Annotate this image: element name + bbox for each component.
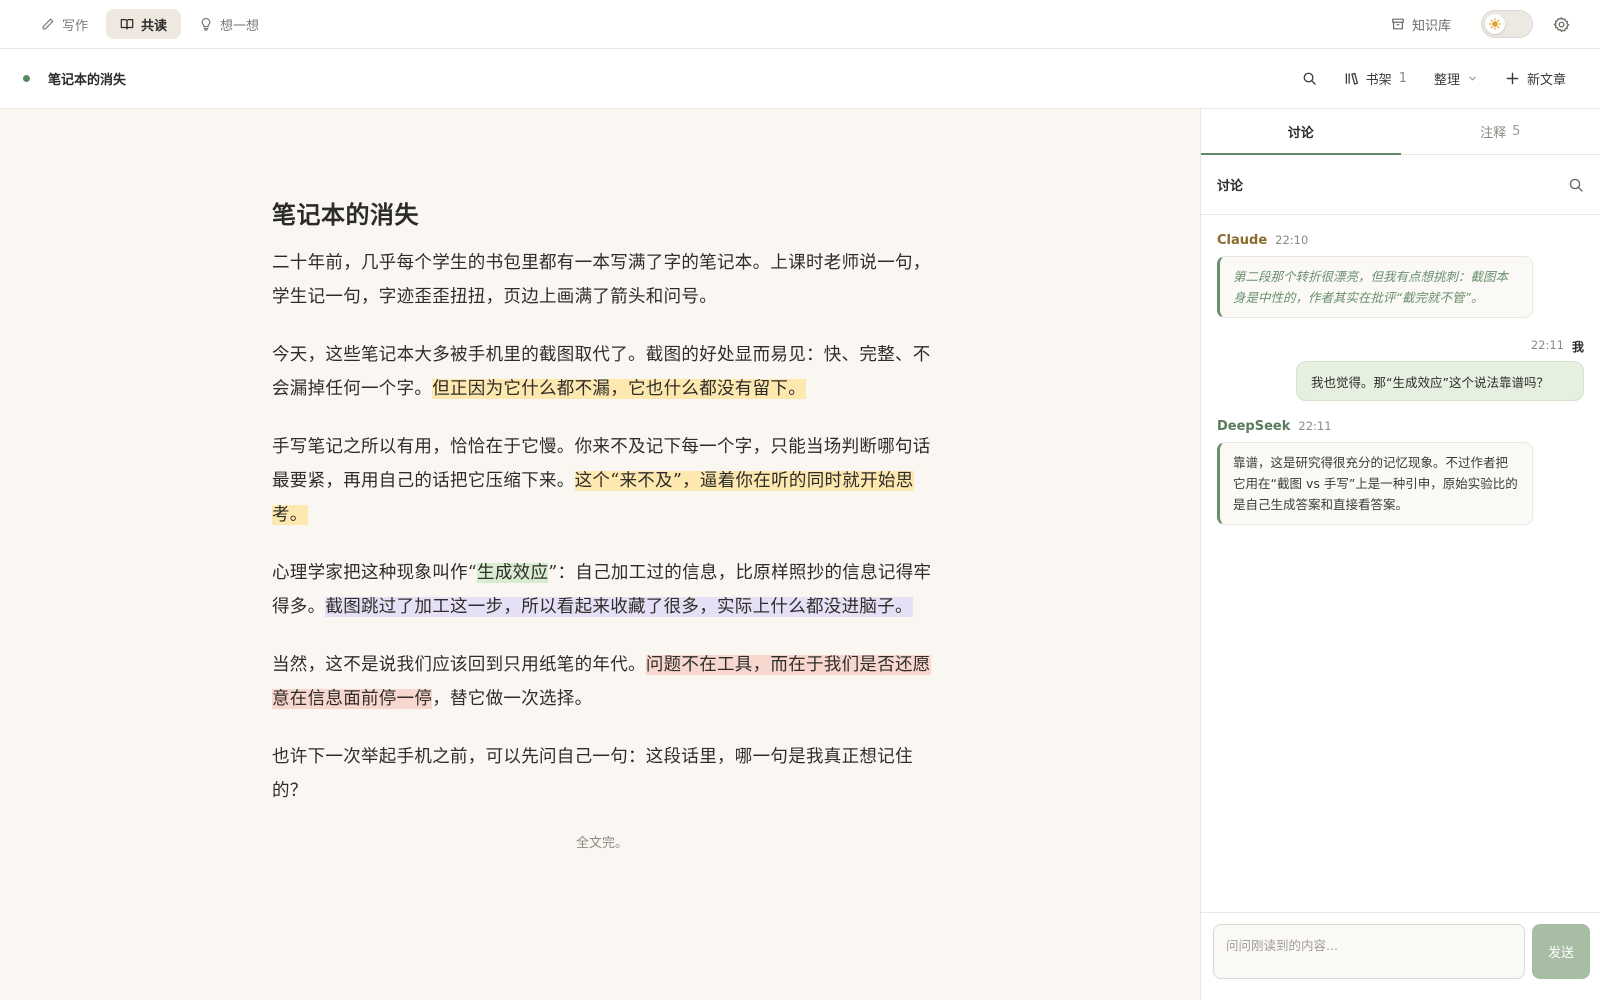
document-title: 笔记本的消失 <box>48 73 127 88</box>
highlight-purple[interactable]: 截图跳过了加工这一步，所以看起来收藏了很多，实际上什么都没进脑子。 <box>325 597 913 617</box>
paragraph-text: 也许下一次举起手机之前，可以先问自己一句：这段话里，哪一句是我真正想记住的？ <box>272 747 913 801</box>
search-icon <box>1303 72 1316 85</box>
sun-icon <box>1489 18 1501 30</box>
article-paragraph: 二十年前，几乎每个学生的书包里都有一本写满了字的笔记本。上课时老师说一句，学生记… <box>272 246 932 314</box>
article-title: 笔记本的消失 <box>272 200 419 229</box>
organize-label: 整理 <box>1433 73 1460 88</box>
discussion-header: 讨论 <box>1201 155 1600 215</box>
mode-tab-write[interactable]: 写作 <box>27 9 102 39</box>
top-right-controls: 知识库 <box>1391 10 1570 38</box>
panel-tabs: 讨论 注释 5 <box>1201 109 1600 155</box>
pencil-icon <box>42 18 54 30</box>
message-user: 22:11 我 我也觉得。那“生成效应”这个说法靠谱吗？ <box>1217 338 1584 401</box>
message-author: 我 <box>1571 340 1584 354</box>
discussion-title: 讨论 <box>1217 179 1244 194</box>
annotation-count: 5 <box>1512 124 1521 139</box>
highlight-yellow[interactable]: 但正因为它什么都不漏，它也什么都没有留下。 <box>432 379 807 399</box>
document-status-dot <box>23 75 30 82</box>
message-author: DeepSeek <box>1217 419 1291 434</box>
mode-tab-think[interactable]: 想一想 <box>185 9 273 39</box>
paragraph-text: ，替它做一次选择。 <box>432 689 593 709</box>
article-paragraph: 当然，这不是说我们应该回到只用纸笔的年代。问题不在工具，而在于我们是否还愿意在信… <box>272 648 932 716</box>
message-list: Claude 22:10 第二段那个转折很漂亮，但我有点想挑刺：截图本身是中性的… <box>1201 215 1600 525</box>
mode-tab-label: 共读 <box>141 18 168 34</box>
theme-toggle[interactable] <box>1481 10 1533 38</box>
mode-tab-label: 想一想 <box>220 18 260 34</box>
article-paragraph: 今天，这些笔记本大多被手机里的截图取代了。截图的好处显而易见：快、完整、不会漏掉… <box>272 338 932 406</box>
message-deepseek: DeepSeek 22:11 靠谱，这是研究得很充分的记忆现象。不过作者把它用在… <box>1217 419 1584 525</box>
paragraph-text: 心理学家把这种现象叫作“ <box>272 563 478 583</box>
mode-tab-label: 写作 <box>62 18 89 34</box>
article: 笔记本的消失 二十年前，几乎每个学生的书包里都有一本写满了字的笔记本。上课时老师… <box>272 195 932 851</box>
side-panel: 讨论 注释 5 讨论 Claude 22:10 第二段那个转折很漂亮，但我有点想… <box>1200 109 1600 1000</box>
bookshelf-button[interactable]: 书架 1 <box>1344 69 1407 88</box>
message-time: 22:10 <box>1275 233 1309 247</box>
settings-button[interactable] <box>1553 16 1570 33</box>
paragraph-text: 当然，这不是说我们应该回到只用纸笔的年代。 <box>272 655 646 675</box>
plus-icon <box>1506 72 1519 85</box>
chevron-down-icon <box>1469 76 1476 81</box>
bookshelf-label: 书架 <box>1365 73 1392 88</box>
message-meta: Claude 22:10 <box>1217 233 1584 248</box>
message-bubble: 靠谱，这是研究得很充分的记忆现象。不过作者把它用在“截图 vs 手写”上是一种引… <box>1217 442 1533 525</box>
article-end-note: 全文完。 <box>575 836 628 851</box>
archive-icon <box>1392 18 1404 30</box>
new-article-button[interactable]: 新文章 <box>1505 69 1566 88</box>
message-composer: 发送 <box>1201 912 1600 1000</box>
send-button[interactable]: 发送 <box>1532 924 1590 979</box>
organize-dropdown[interactable]: 整理 <box>1434 69 1478 88</box>
tab-discussion[interactable]: 讨论 <box>1201 109 1401 155</box>
article-paragraph: 也许下一次举起手机之前，可以先问自己一句：这段话里，哪一句是我真正想记住的？ <box>272 740 932 808</box>
message-time: 22:11 <box>1530 338 1564 352</box>
top-navigation-bar: 写作 共读 想一想 知识库 <box>0 0 1600 49</box>
search-icon[interactable] <box>1568 177 1584 193</box>
tab-label: 注释 <box>1480 126 1507 141</box>
message-input[interactable] <box>1213 924 1525 979</box>
knowledge-base-button[interactable]: 知识库 <box>1391 15 1451 34</box>
tab-label: 讨论 <box>1287 126 1314 141</box>
message-meta: DeepSeek 22:11 <box>1217 419 1584 434</box>
bookshelf-count: 1 <box>1398 71 1407 86</box>
message-bubble: 我也觉得。那“生成效应”这个说法靠谱吗？ <box>1296 361 1584 401</box>
highlight-green[interactable]: 生成效应 <box>477 563 549 583</box>
bookshelf-icon <box>1345 72 1358 85</box>
message-claude: Claude 22:10 第二段那个转折很漂亮，但我有点想挑刺：截图本身是中性的… <box>1217 233 1584 318</box>
knowledge-base-label: 知识库 <box>1411 18 1451 34</box>
mode-tab-coread[interactable]: 共读 <box>106 9 182 39</box>
tab-annotations[interactable]: 注释 5 <box>1401 109 1600 154</box>
reading-area: 笔记本的消失 二十年前，几乎每个学生的书包里都有一本写满了字的笔记本。上课时老师… <box>0 109 1200 1000</box>
search-button[interactable] <box>1302 71 1317 86</box>
document-actions: 书架 1 整理 新文章 <box>1275 69 1566 88</box>
paragraph-text: 二十年前，几乎每个学生的书包里都有一本写满了字的笔记本。上课时老师说一句，学生记… <box>272 253 931 307</box>
book-open-icon <box>120 19 134 30</box>
article-paragraph: 心理学家把这种现象叫作“生成效应”：自己加工过的信息，比原样照抄的信息记得牢得多… <box>272 556 932 624</box>
message-bubble: 第二段那个转折很漂亮，但我有点想挑刺：截图本身是中性的，作者其实在批评“截完就不… <box>1217 256 1533 318</box>
article-paragraph: 手写笔记之所以有用，恰恰在于它慢。你来不及记下每一个字，只能当场判断哪句话最要紧… <box>272 430 932 532</box>
lightbulb-icon <box>201 17 211 31</box>
gear-icon <box>1553 16 1570 32</box>
toggle-knob <box>1485 14 1505 34</box>
message-time: 22:11 <box>1298 419 1332 433</box>
new-article-label: 新文章 <box>1526 73 1566 88</box>
mode-switcher: 写作 共读 想一想 <box>27 9 273 39</box>
document-toolbar: 笔记本的消失 书架 1 整理 新文章 <box>0 49 1600 109</box>
message-author: Claude <box>1217 233 1268 248</box>
message-meta: 22:11 我 <box>1217 338 1584 355</box>
